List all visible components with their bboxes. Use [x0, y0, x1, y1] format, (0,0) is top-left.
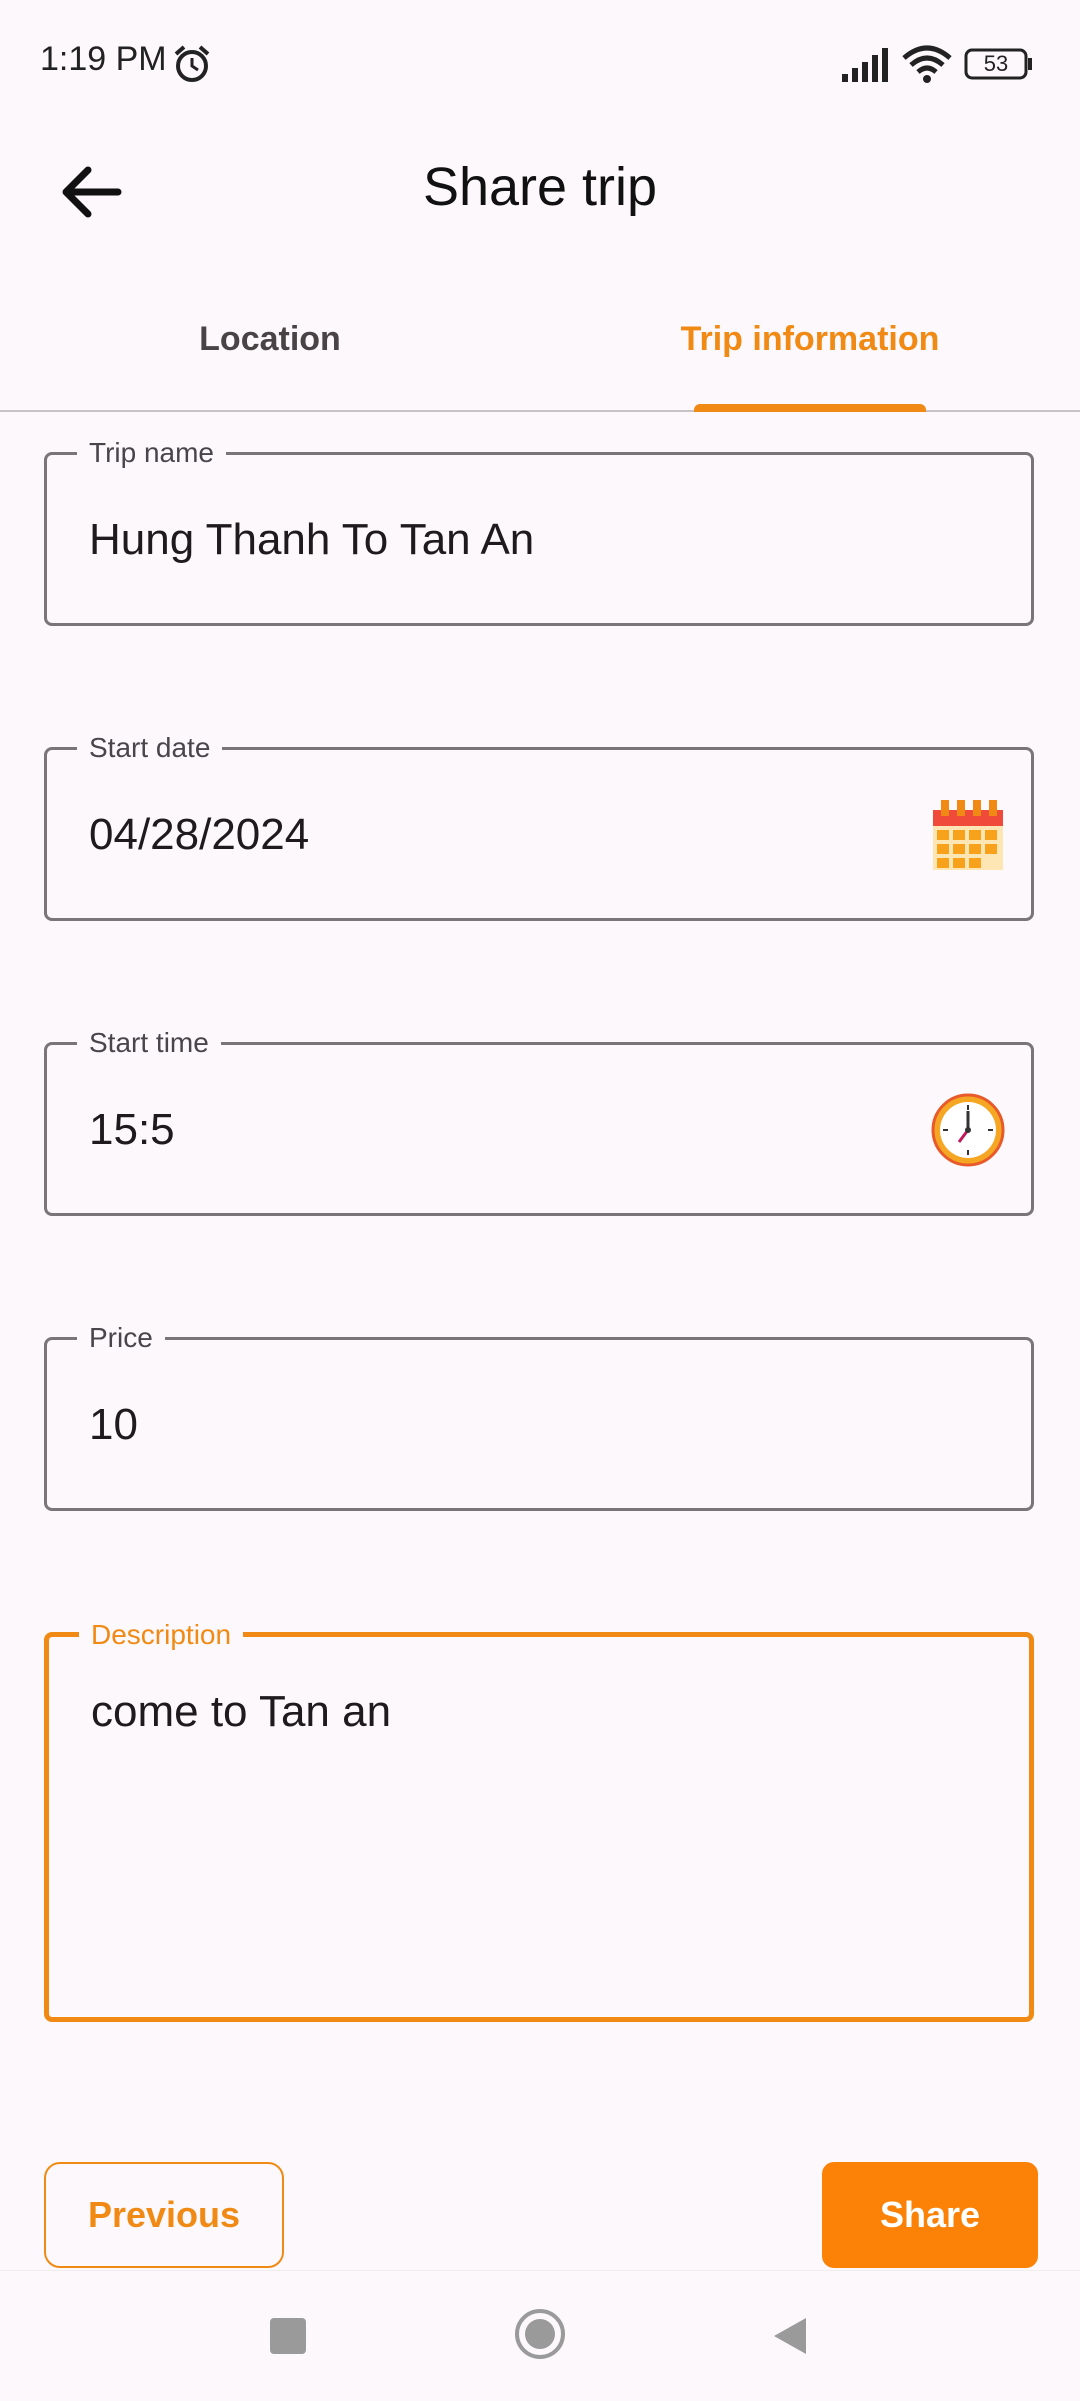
start-date-value: 04/28/2024 [89, 810, 310, 859]
start-date-label: Start date [77, 732, 223, 764]
trip-name-field[interactable]: Trip name Hung Thanh To Tan An [44, 437, 1034, 626]
status-time: 1:19 PM [40, 40, 167, 78]
trip-name-label: Trip name [77, 437, 227, 469]
trip-name-value: Hung Thanh To Tan An [89, 515, 535, 564]
signal-icon [842, 48, 888, 82]
description-field[interactable]: Description come to Tan an [44, 1619, 1034, 2022]
price-label: Price [77, 1322, 165, 1354]
description-value: come to Tan an [91, 1687, 392, 1736]
start-time-label: Start time [77, 1027, 221, 1059]
wifi-icon [902, 45, 952, 83]
home-icon[interactable] [514, 2308, 566, 2360]
start-date-field[interactable]: Start date 04/28/2024 [44, 732, 1034, 921]
start-time-value: 15:5 [89, 1105, 175, 1154]
tab-indicator [694, 404, 926, 412]
price-value: 10 [89, 1400, 138, 1449]
tab-trip-information[interactable]: Trip information [540, 320, 1080, 359]
previous-button[interactable]: Previous [44, 2162, 284, 2268]
battery-icon: 53 [964, 48, 1034, 80]
nav-back-icon[interactable] [768, 2314, 812, 2358]
page-title: Share trip [422, 157, 658, 217]
alarm-icon [174, 45, 210, 82]
clock-icon[interactable] [929, 1091, 1007, 1169]
description-label: Description [79, 1619, 244, 1651]
tab-location[interactable]: Location [0, 320, 540, 359]
share-button[interactable]: Share [822, 2162, 1038, 2268]
battery-level: 53 [983, 51, 1009, 76]
calendar-icon[interactable] [929, 796, 1007, 874]
recents-icon[interactable] [270, 2318, 306, 2354]
price-field[interactable]: Price 10 [44, 1322, 1034, 1511]
start-time-field[interactable]: Start time 15:5 [44, 1027, 1034, 1216]
